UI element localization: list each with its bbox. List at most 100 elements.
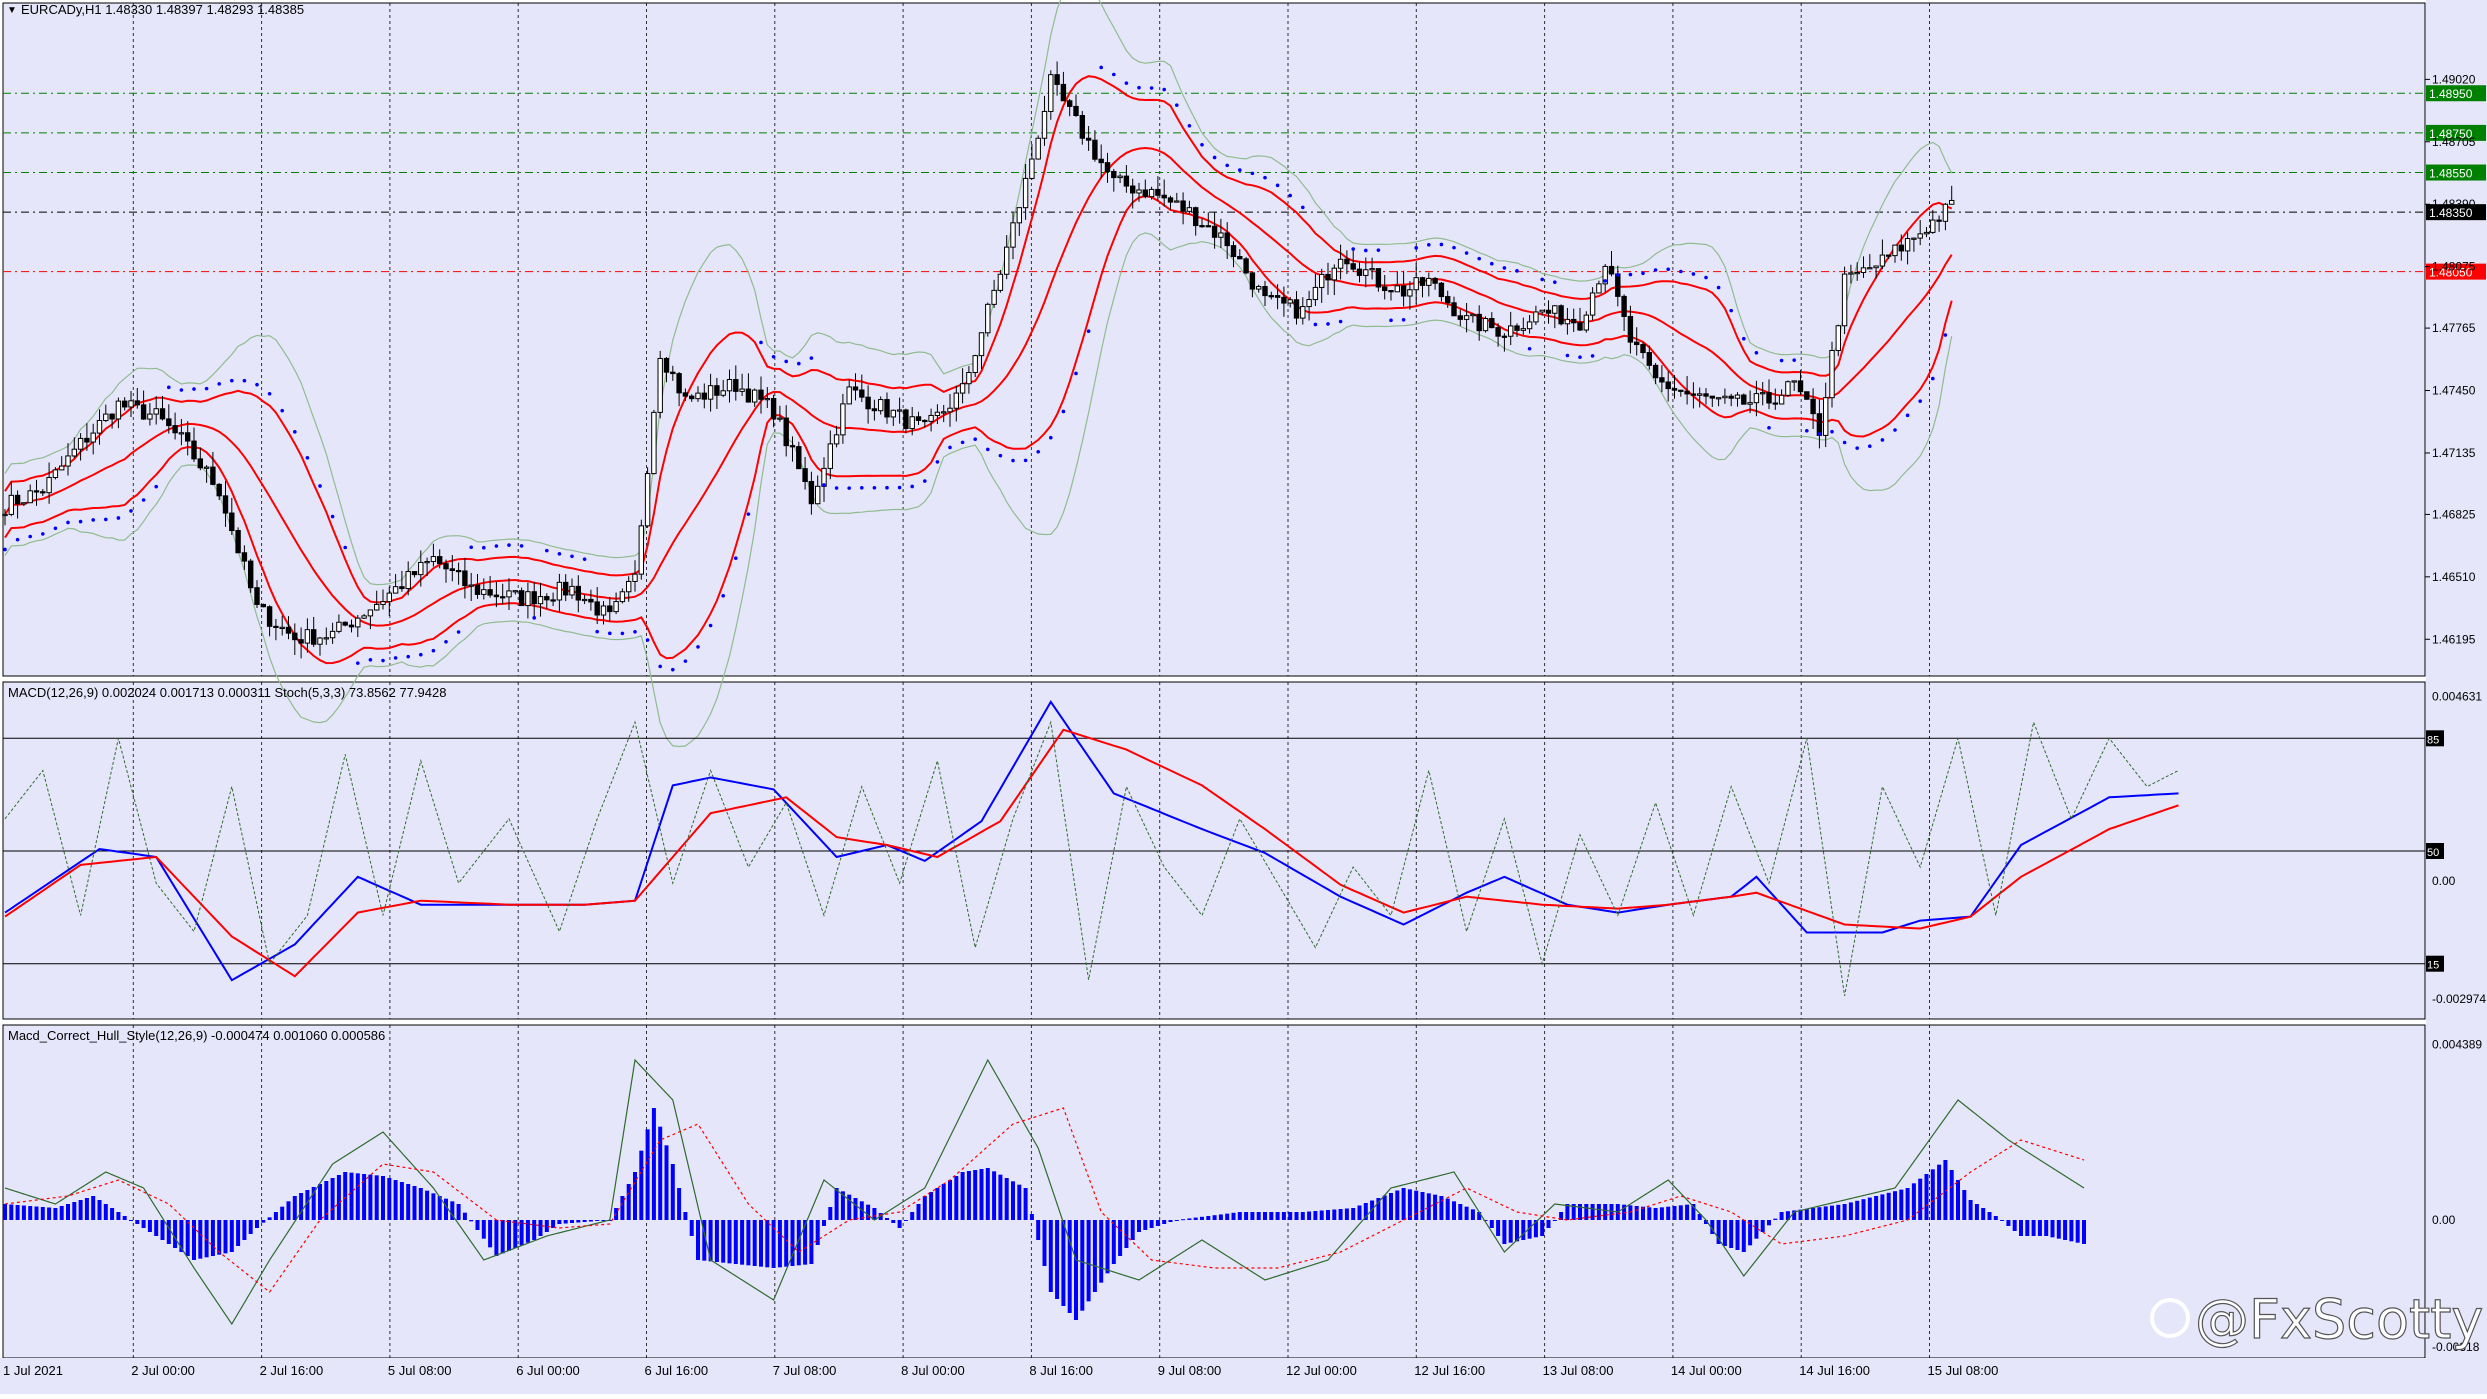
psar-dot [771, 354, 776, 359]
psar-dot [393, 656, 398, 660]
candle-body [1741, 394, 1747, 405]
candle-body [1886, 254, 1892, 257]
candle-body [701, 392, 707, 400]
psar-dot [91, 518, 95, 522]
histogram-bar [727, 1220, 732, 1264]
histogram-bar [475, 1220, 480, 1230]
psar-dot [1301, 205, 1305, 210]
histogram-bar [1307, 1211, 1312, 1220]
candle-body [21, 502, 27, 505]
psar-dot [1187, 123, 1192, 128]
psar-dot [582, 557, 587, 561]
candle-body [997, 273, 1004, 291]
candle-body [663, 357, 670, 373]
candle-body [1230, 245, 1237, 258]
osc-tick-label: 0.00 [2432, 874, 2456, 888]
psar-dot [318, 484, 322, 488]
psar-dot [872, 485, 877, 490]
candle-body [985, 303, 991, 334]
candle-body [815, 485, 821, 505]
candle-body [827, 443, 833, 469]
histogram-bar [97, 1200, 102, 1220]
psar-dot [633, 630, 637, 634]
histogram-bar [803, 1220, 808, 1265]
candle-body [1678, 389, 1684, 392]
candle-body [1382, 286, 1388, 292]
histogram-bar [418, 1188, 423, 1220]
psar-dot [557, 552, 562, 556]
candle-body [1766, 392, 1772, 404]
histogram-bar [935, 1188, 940, 1220]
candle-body [1161, 194, 1167, 199]
histogram-bar [387, 1178, 392, 1220]
chart-canvas[interactable]: 1.489501.487501.485501.483501.48050 8550… [0, 0, 2487, 1394]
histogram-bar [1823, 1206, 1828, 1220]
histogram-bar [1609, 1204, 1614, 1220]
candle-body [185, 432, 191, 442]
candle-body [1936, 219, 1942, 222]
candle-body [846, 386, 852, 405]
psar-dot [1313, 322, 1318, 327]
psar-dot [1868, 444, 1872, 448]
candle-body [852, 386, 859, 391]
candle-body [1224, 232, 1230, 247]
histogram-bar [1874, 1196, 1879, 1220]
histogram-bar [1634, 1206, 1639, 1220]
histogram-bar [1237, 1212, 1242, 1220]
psar-dot [973, 437, 977, 442]
histogram-bar [494, 1220, 499, 1256]
candle-body [859, 389, 865, 398]
histogram-bar [425, 1190, 430, 1220]
psar-dot [154, 484, 158, 489]
candle-body [355, 617, 361, 628]
histogram-bar [1659, 1207, 1664, 1220]
psar-dot [1376, 248, 1381, 252]
psar-dot [267, 391, 272, 396]
candle-body [1331, 267, 1337, 281]
candle-body [1867, 267, 1873, 270]
histogram-bar [1546, 1220, 1551, 1228]
candle-body [1319, 273, 1325, 288]
candle-body [1457, 315, 1463, 320]
histogram-bar [1162, 1220, 1167, 1224]
histogram-bar [853, 1198, 858, 1220]
histogram-bar [582, 1220, 587, 1222]
histogram-bar [689, 1220, 694, 1236]
histogram-bar [1899, 1189, 1904, 1220]
histogram-bar [1974, 1204, 1979, 1220]
histogram-bar [72, 1202, 77, 1220]
price-panel[interactable] [2, 2, 2426, 677]
candle-body [1841, 273, 1848, 327]
hull-panel[interactable] [2, 1024, 2426, 1359]
histogram-bar [1048, 1220, 1053, 1292]
candle-body [1407, 289, 1413, 297]
candle-body [1539, 309, 1545, 313]
histogram-bar [1338, 1209, 1343, 1220]
histogram-bar [147, 1220, 152, 1232]
candle-body [1432, 277, 1438, 284]
psar-dot [696, 645, 700, 649]
histogram-bar [2000, 1220, 2005, 1221]
histogram-bar [1231, 1212, 1236, 1220]
histogram-bar [1722, 1220, 1727, 1246]
psar-dot [683, 659, 688, 663]
candle-body [733, 379, 739, 392]
candle-body [1174, 200, 1180, 203]
psar-dot [1855, 446, 1859, 450]
candle-body [1010, 222, 1016, 248]
price-tick-label: 1.47135 [2432, 446, 2476, 460]
histogram-bar [683, 1212, 688, 1220]
histogram-bar [1830, 1205, 1834, 1220]
candle-body [1552, 305, 1558, 314]
histogram-bar [1590, 1204, 1595, 1220]
psar-dot [809, 356, 814, 360]
psar-dot [1212, 155, 1217, 160]
candle-body [777, 417, 783, 420]
psar-dot [1112, 72, 1116, 77]
histogram-bar [1842, 1204, 1847, 1220]
psar-dot [532, 616, 536, 620]
time-tick-label: 6 Jul 16:00 [645, 1363, 709, 1378]
psar-dot [1691, 272, 1696, 276]
histogram-bar [1949, 1170, 1954, 1220]
histogram-bar [166, 1220, 171, 1244]
